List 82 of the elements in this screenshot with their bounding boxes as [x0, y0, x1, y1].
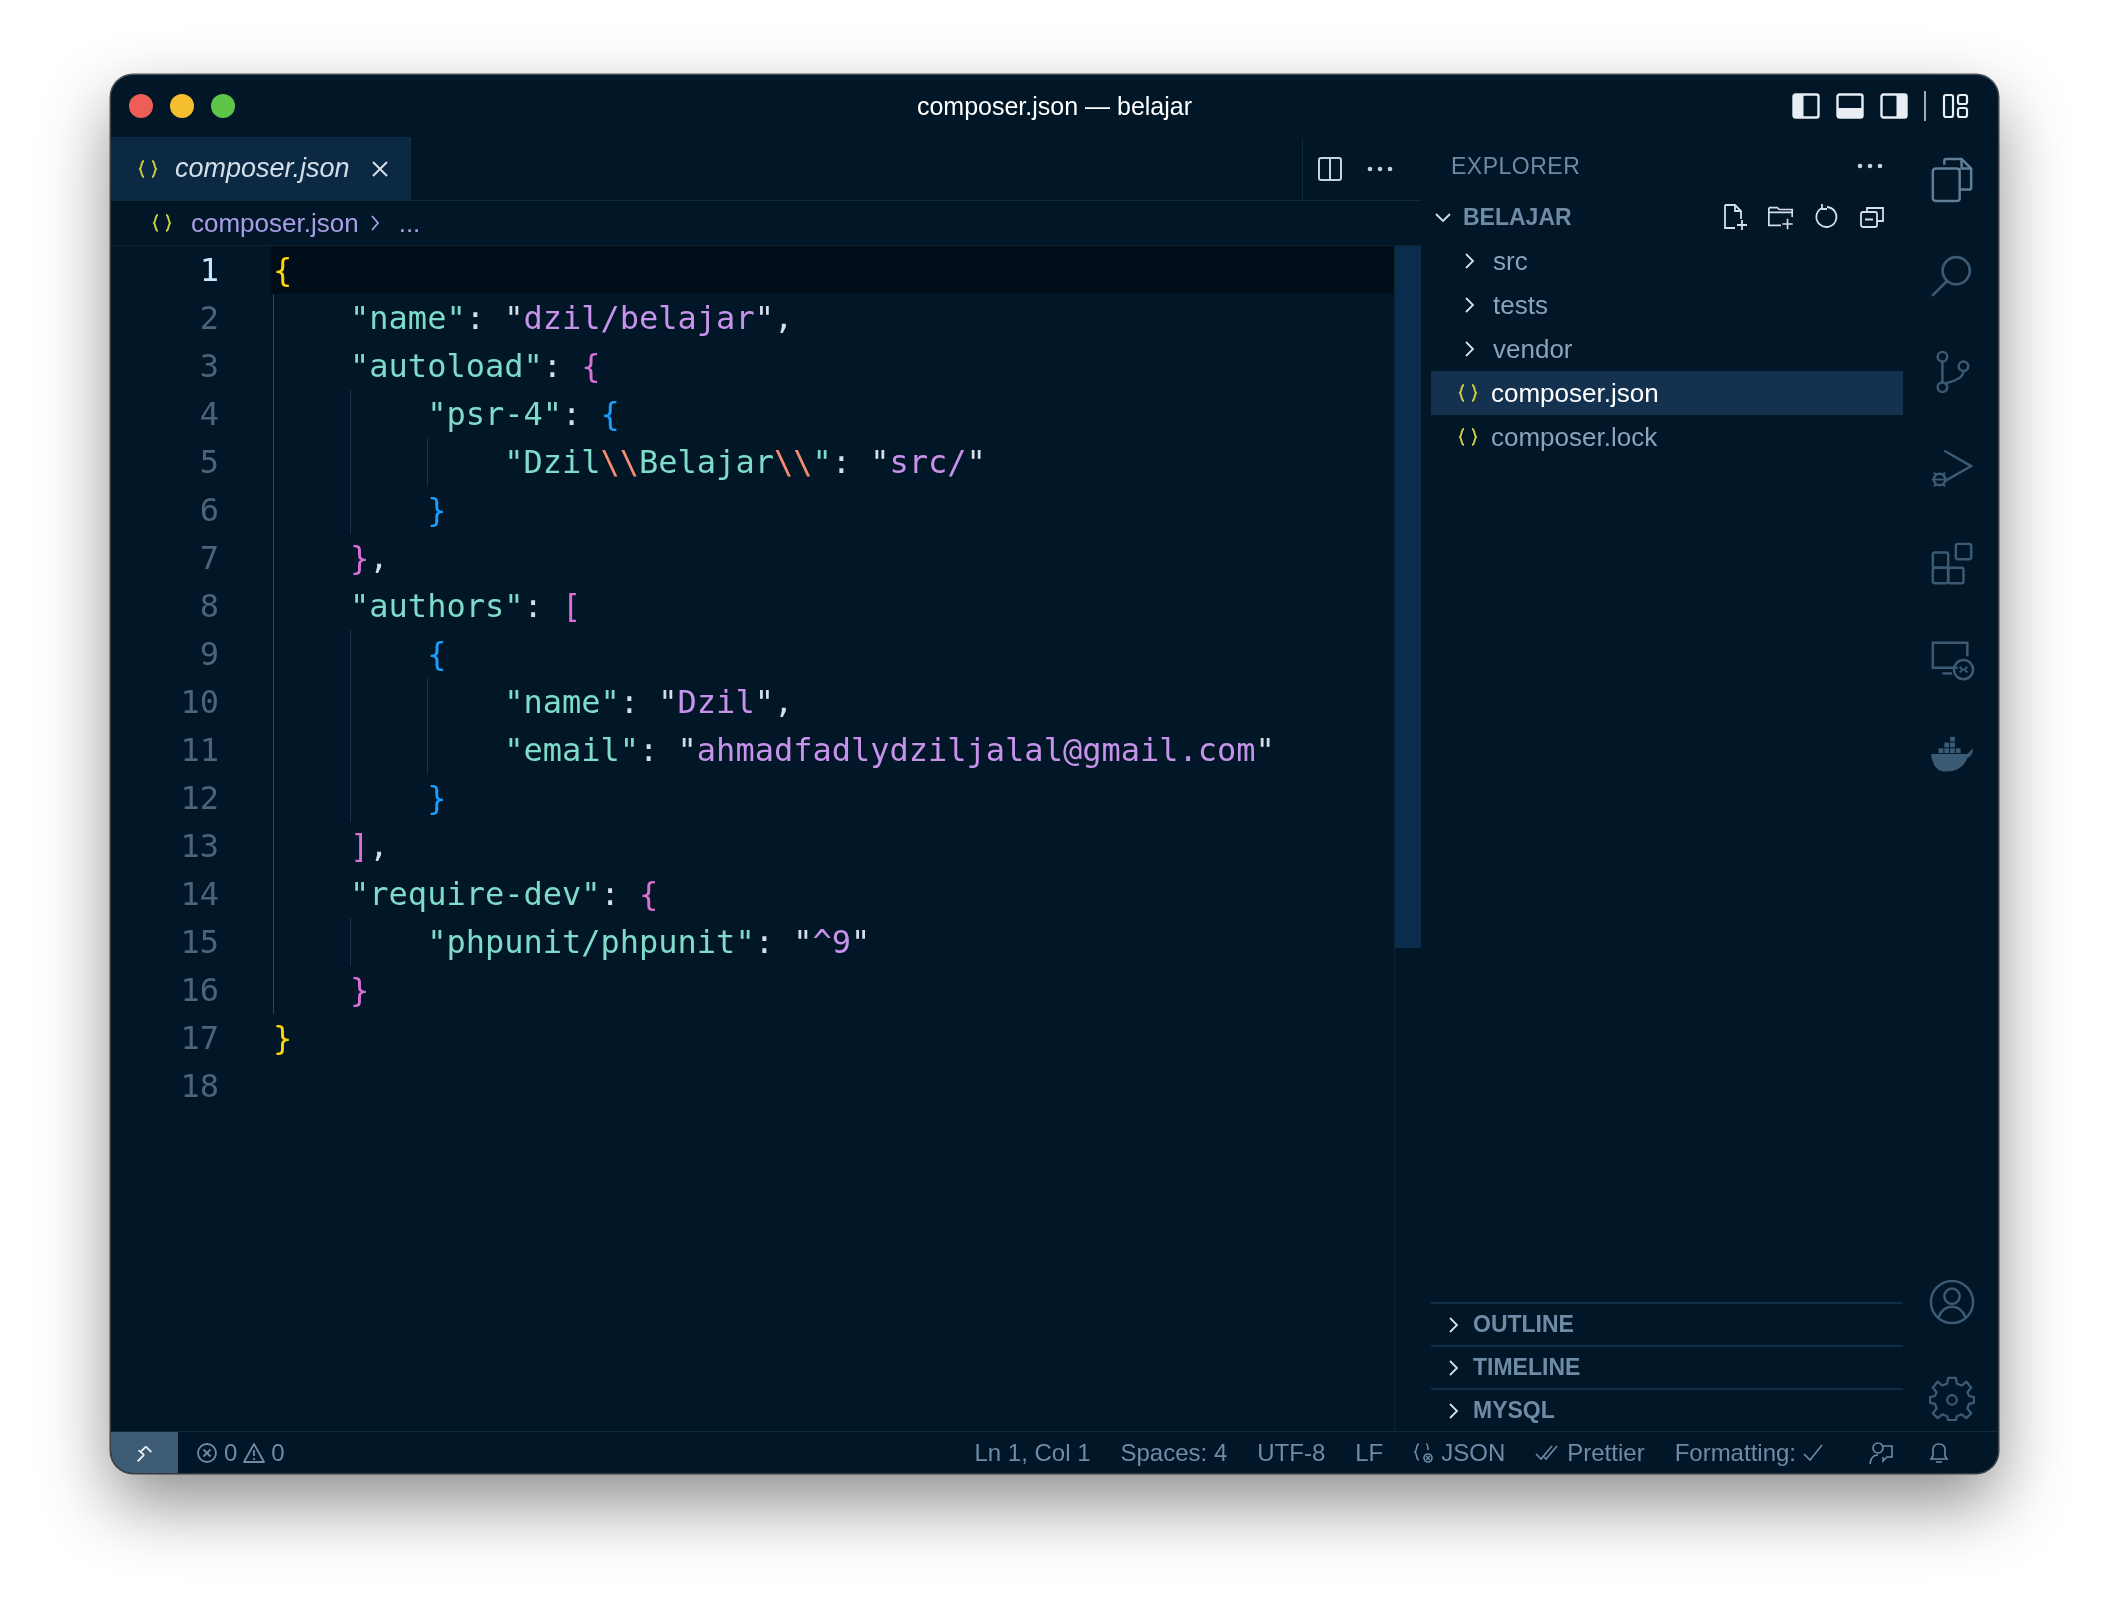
explorer-item[interactable]: composer.lock [1431, 415, 1903, 459]
code-line: "name": "dzil/belajar", [350, 299, 794, 337]
code-line: ], [350, 827, 389, 865]
line-number: 12 [179, 779, 219, 817]
status-item[interactable]: LF [1355, 1438, 1384, 1467]
line-number: 7 [198, 539, 219, 577]
code-line: } [273, 1019, 293, 1057]
status-item[interactable]: Spaces: 4 [1120, 1438, 1228, 1467]
code-line: "phpunit/phpunit": "^9" [427, 923, 871, 961]
code-line: "require-dev": { [350, 875, 659, 913]
toggle-panel-icon[interactable] [1836, 93, 1864, 119]
explorer-item[interactable]: composer.json [1431, 371, 1903, 415]
error-icon [196, 1441, 218, 1464]
line-number: 13 [179, 827, 219, 865]
feedback-icon[interactable] [1868, 1439, 1894, 1466]
code-line: } [350, 971, 370, 1009]
line-number: 4 [198, 395, 219, 433]
json-file-icon [1457, 426, 1479, 448]
remote-button[interactable] [111, 1432, 178, 1473]
code-line: "email": "ahmadfadlydziljalal@gmail.com" [504, 731, 1275, 769]
panel-header[interactable]: MYSQL [1431, 1388, 1903, 1431]
panel-header[interactable]: TIMELINE [1431, 1345, 1903, 1388]
status-item[interactable]: Prettier [1535, 1438, 1645, 1467]
json-file-icon [137, 157, 159, 180]
explorer-item[interactable]: src [1431, 239, 1903, 283]
close-tab-icon[interactable] [370, 158, 390, 179]
chevron-right-icon [368, 213, 381, 233]
json-file-icon [151, 212, 173, 234]
explorer-item[interactable]: tests [1431, 283, 1903, 327]
line-number: 5 [198, 443, 219, 481]
zoom-window-button[interactable] [211, 94, 235, 118]
account-icon[interactable] [1928, 1279, 1975, 1325]
line-number: 2 [198, 299, 219, 337]
code-line: "name": "Dzil", [504, 683, 794, 721]
line-number: 8 [198, 587, 219, 625]
line-number: 15 [179, 923, 219, 961]
line-number: 6 [198, 491, 219, 529]
code-line: }, [350, 539, 389, 577]
new-file-icon[interactable] [1721, 203, 1749, 231]
breadcrumb-item[interactable]: ... [398, 207, 421, 239]
json-file-icon [1457, 382, 1479, 404]
status-item[interactable]: UTF-8 [1257, 1438, 1326, 1467]
settings-icon[interactable] [1928, 1375, 1975, 1421]
line-number: 9 [198, 635, 219, 673]
code-line: } [427, 491, 447, 529]
line-number: 1 [198, 251, 219, 289]
code-line: { [427, 635, 447, 673]
line-number: 10 [179, 683, 219, 721]
code-line: "authors": [ [350, 587, 582, 625]
explorer-item[interactable]: vendor [1431, 327, 1903, 371]
line-number: 3 [198, 347, 219, 385]
code-line: { [273, 251, 293, 289]
code-line: "psr-4": { [427, 395, 620, 433]
line-number: 18 [179, 1067, 219, 1105]
toggle-primary-sidebar-icon[interactable] [1792, 93, 1820, 119]
breadcrumb-item[interactable]: composer.json [191, 207, 359, 239]
line-number: 17 [179, 1019, 219, 1057]
toggle-secondary-sidebar-icon[interactable] [1880, 93, 1908, 119]
explorer-title: EXPLORER [1451, 152, 1581, 180]
line-number: 11 [179, 731, 219, 769]
window-title: composer.json — belajar [916, 91, 1193, 121]
more-actions-icon[interactable] [1367, 165, 1393, 172]
close-window-button[interactable] [129, 94, 153, 118]
customize-layout-icon[interactable] [1942, 93, 1970, 119]
line-number: 16 [179, 971, 219, 1009]
code-line: } [427, 779, 447, 817]
problems-status[interactable]: 0 0 [196, 1438, 285, 1467]
status-item[interactable]: Formatting: [1674, 1438, 1824, 1467]
scrollbar-thumb[interactable] [1395, 246, 1421, 948]
split-editor-icon[interactable] [1302, 137, 1343, 200]
editor-tab[interactable]: composer.json [111, 137, 411, 200]
folder-name[interactable]: BELAJAR [1463, 203, 1572, 231]
braces-icon [1413, 1441, 1436, 1464]
code-line: "Dzil\\Belajar\\": "src/" [504, 443, 986, 481]
minimize-window-button[interactable] [170, 94, 194, 118]
code-line: "autoload": { [350, 347, 601, 385]
status-item[interactable]: JSON [1413, 1438, 1506, 1467]
line-number: 14 [179, 875, 219, 913]
status-item[interactable]: Ln 1, Col 1 [974, 1438, 1091, 1467]
more-actions-icon[interactable] [1857, 163, 1883, 169]
warning-icon [243, 1441, 266, 1464]
panel-header[interactable]: OUTLINE [1431, 1302, 1903, 1345]
